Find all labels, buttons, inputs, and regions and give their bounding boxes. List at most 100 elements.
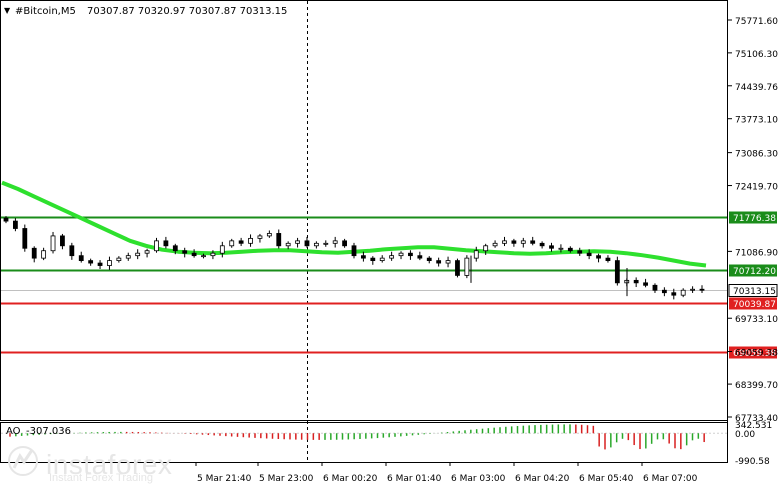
candle-body bbox=[229, 240, 235, 247]
header-symbol: #Bitcoin,M5 bbox=[15, 6, 76, 17]
header-arrow[interactable]: ▼ bbox=[4, 6, 11, 15]
candle-body bbox=[586, 252, 592, 257]
x-tick-label: 6 Mar 03:00 bbox=[451, 474, 506, 484]
y-tick-label: 75106.30 bbox=[735, 50, 778, 60]
candle-body bbox=[163, 240, 169, 247]
candle-body bbox=[323, 242, 329, 245]
candle-body bbox=[596, 255, 601, 259]
ao-tick-label: -990.58 bbox=[735, 457, 770, 467]
candle-body bbox=[539, 242, 545, 247]
candle-body bbox=[577, 250, 583, 254]
level-tag-label: 70039.87 bbox=[733, 300, 776, 310]
candle-body bbox=[201, 255, 206, 258]
current-price-label: 70313.15 bbox=[733, 287, 776, 297]
indicator-value: -307.036 bbox=[26, 426, 71, 437]
candle-body bbox=[60, 235, 65, 247]
instaforex-logo bbox=[8, 446, 38, 476]
candle-body bbox=[370, 257, 376, 262]
candle-body bbox=[680, 289, 686, 296]
candle-body bbox=[436, 260, 442, 264]
x-tick-label: 6 Mar 05:40 bbox=[579, 474, 634, 484]
candle-body bbox=[398, 252, 404, 257]
candle-body bbox=[417, 255, 423, 259]
candle-body bbox=[135, 252, 141, 257]
candle-body bbox=[276, 233, 282, 247]
indicator-name: AO bbox=[6, 426, 21, 437]
y-tick-label: 69059.38 bbox=[735, 349, 778, 359]
candle-body bbox=[652, 284, 658, 291]
candle-body bbox=[125, 255, 131, 259]
candle-body bbox=[671, 292, 677, 296]
candle-body bbox=[502, 240, 507, 244]
candle-body bbox=[332, 240, 338, 244]
ao-tick-label: 0.00 bbox=[735, 430, 755, 440]
y-tick-label: 71086.90 bbox=[735, 248, 778, 258]
price-chart[interactable]: 71776.38 70712.20 70039.87 69059.38 70313.15… bbox=[0, 0, 781, 489]
candle-body bbox=[13, 220, 18, 229]
candle-body bbox=[182, 250, 188, 254]
candle-body bbox=[248, 237, 253, 244]
candle-body bbox=[549, 245, 554, 249]
level-tag-label: 70712.20 bbox=[733, 267, 776, 277]
candle-body bbox=[389, 255, 395, 259]
candle-body bbox=[511, 240, 517, 244]
x-tick-label: 5 Mar 21:40 bbox=[197, 474, 252, 484]
x-tick-label: 6 Mar 01:40 bbox=[387, 474, 442, 484]
candle-body bbox=[690, 288, 695, 291]
candle-body bbox=[473, 250, 479, 259]
candle-body bbox=[520, 240, 526, 244]
candle-body bbox=[455, 260, 460, 276]
candle-body bbox=[661, 289, 667, 294]
candle-body bbox=[78, 255, 84, 262]
candle-body bbox=[191, 252, 197, 257]
candle-body bbox=[3, 217, 9, 222]
x-tick-label: 6 Mar 04:20 bbox=[515, 474, 570, 484]
candle-body bbox=[304, 240, 310, 247]
candle-body bbox=[144, 250, 150, 254]
candle-body bbox=[154, 240, 159, 252]
candle-body bbox=[41, 250, 47, 259]
candle-body bbox=[483, 245, 489, 252]
x-tick-label: 6 Mar 00:20 bbox=[323, 474, 378, 484]
candle-body bbox=[107, 260, 112, 266]
candle-body bbox=[285, 242, 291, 247]
candle-body bbox=[464, 257, 470, 276]
candle-body bbox=[567, 247, 573, 252]
y-tick-label: 69733.10 bbox=[735, 315, 778, 325]
candle-body bbox=[295, 240, 300, 244]
y-tick-label: 68399.70 bbox=[735, 381, 778, 391]
candle-body bbox=[116, 257, 122, 262]
candle-body bbox=[633, 279, 639, 284]
watermark-tagline: Instant Forex Trading bbox=[49, 472, 153, 484]
candle-body bbox=[69, 245, 75, 257]
level-tag-label: 71776.38 bbox=[733, 214, 776, 224]
candle-body bbox=[219, 245, 225, 254]
candle-body bbox=[210, 252, 216, 257]
candle-body bbox=[614, 260, 620, 284]
candle-body bbox=[605, 257, 611, 262]
candle-body bbox=[351, 245, 357, 257]
candle-body bbox=[492, 242, 498, 247]
candle-body bbox=[426, 257, 432, 262]
header-ohlc: 70307.87 70320.97 70307.87 70313.15 bbox=[87, 6, 287, 17]
y-tick-label: 75771.60 bbox=[735, 17, 778, 27]
candle-body bbox=[558, 247, 564, 250]
candle-body bbox=[257, 235, 263, 239]
y-tick-label: 72419.70 bbox=[735, 183, 778, 193]
candle-body bbox=[643, 282, 648, 286]
candle-body bbox=[266, 233, 272, 237]
candle-body bbox=[342, 240, 347, 247]
candle-body bbox=[379, 257, 385, 262]
candle-body bbox=[361, 255, 366, 259]
x-tick-label: 6 Mar 07:00 bbox=[643, 474, 698, 484]
candles bbox=[3, 216, 705, 300]
candle-body bbox=[238, 240, 244, 244]
candle-body bbox=[172, 245, 178, 252]
candle-body bbox=[22, 228, 28, 249]
candle-body bbox=[530, 240, 536, 244]
y-tick-label: 73086.30 bbox=[735, 150, 778, 160]
candle-body bbox=[50, 235, 56, 252]
x-tick-label: 5 Mar 23:00 bbox=[259, 474, 314, 484]
candle-body bbox=[445, 260, 451, 264]
time-axis: 5 Mar 21:40 5 Mar 23:00 6 Mar 00:20 6 Mar 0… bbox=[195, 462, 698, 484]
